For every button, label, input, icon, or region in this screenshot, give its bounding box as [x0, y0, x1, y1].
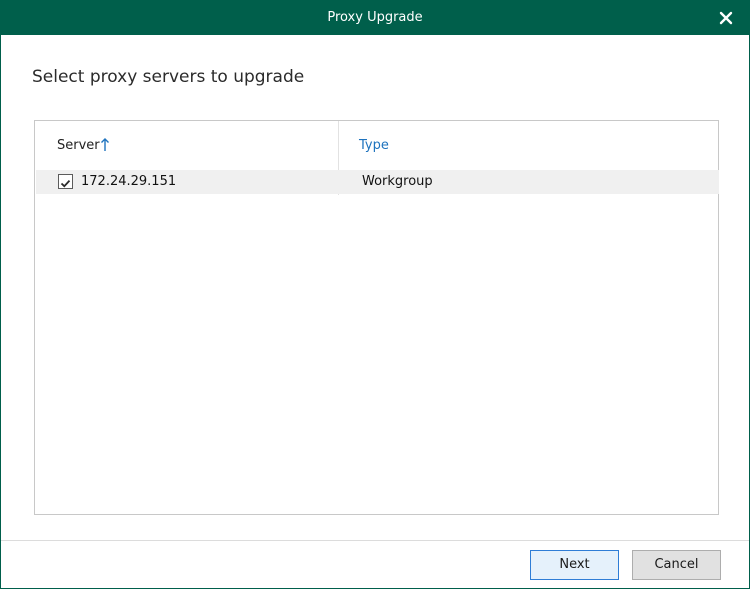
- row-checkbox[interactable]: [58, 174, 73, 189]
- title-bar: Proxy Upgrade: [1, 1, 749, 35]
- next-button[interactable]: Next: [530, 550, 619, 580]
- arrow-up-icon: [100, 137, 110, 151]
- cell-type: Workgroup: [362, 174, 433, 189]
- dialog-title: Proxy Upgrade: [327, 10, 423, 25]
- table-row[interactable]: 172.24.29.151 Workgroup: [36, 170, 719, 194]
- cell-server: 172.24.29.151: [81, 174, 177, 189]
- footer-divider: [1, 540, 749, 541]
- column-header-server[interactable]: Server: [57, 138, 100, 153]
- checkmark-icon: [60, 179, 71, 188]
- proxy-upgrade-dialog: Proxy Upgrade Select proxy servers to up…: [0, 0, 750, 589]
- page-heading: Select proxy servers to upgrade: [32, 67, 305, 87]
- proxy-servers-grid[interactable]: Server Type 172.24.29.151 Workgroup: [34, 120, 719, 515]
- close-icon[interactable]: [717, 9, 735, 27]
- column-header-type[interactable]: Type: [359, 138, 389, 153]
- cancel-button[interactable]: Cancel: [632, 550, 721, 580]
